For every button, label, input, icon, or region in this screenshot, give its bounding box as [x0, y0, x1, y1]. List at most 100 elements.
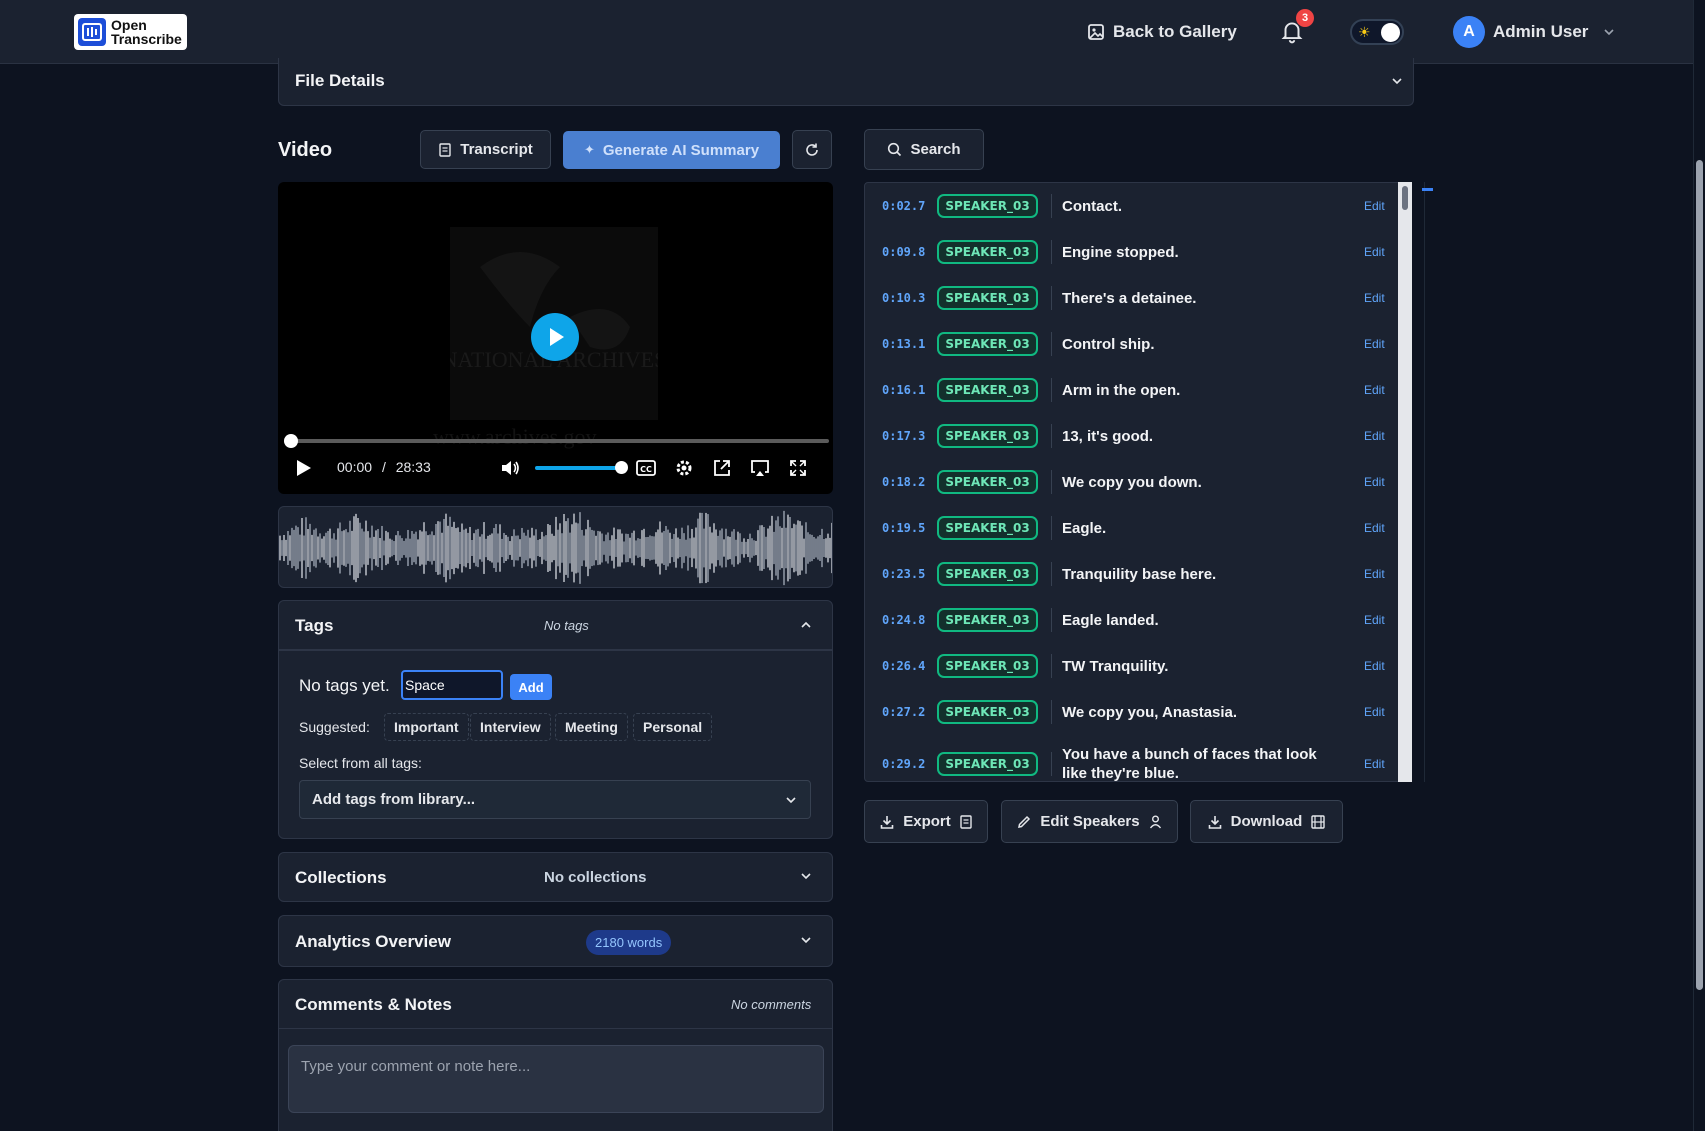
edit-segment-link[interactable]: Edit	[1364, 613, 1385, 627]
segment-timestamp[interactable]: 0:16.1	[882, 383, 925, 397]
edit-segment-link[interactable]: Edit	[1364, 705, 1385, 719]
app-logo[interactable]: Open Transcribe	[74, 14, 187, 50]
speaker-badge[interactable]: SPEAKER_03	[937, 424, 1038, 448]
speaker-badge[interactable]: SPEAKER_03	[937, 516, 1038, 540]
edit-segment-link[interactable]: Edit	[1364, 245, 1385, 259]
speaker-badge[interactable]: SPEAKER_03	[937, 562, 1038, 586]
search-button[interactable]: Search	[864, 129, 984, 170]
transcript-scrollbar[interactable]	[1398, 182, 1412, 782]
chevron-up-icon[interactable]	[799, 618, 813, 632]
segment-timestamp[interactable]: 0:29.2	[882, 757, 925, 771]
segment-timestamp[interactable]: 0:13.1	[882, 337, 925, 351]
file-details-panel[interactable]: File Details	[278, 58, 1414, 106]
edit-segment-link[interactable]: Edit	[1364, 757, 1385, 771]
transcript-button[interactable]: Transcript	[420, 130, 551, 169]
edit-segment-link[interactable]: Edit	[1364, 337, 1385, 351]
audio-waveform[interactable]	[278, 506, 833, 588]
page-scroll-thumb[interactable]	[1696, 160, 1703, 990]
edit-speakers-button[interactable]: Edit Speakers	[1001, 800, 1178, 843]
edit-segment-link[interactable]: Edit	[1364, 383, 1385, 397]
segment-timestamp[interactable]: 0:26.4	[882, 659, 925, 673]
edit-segment-link[interactable]: Edit	[1364, 291, 1385, 305]
suggested-tag-chip[interactable]: Personal	[633, 713, 713, 741]
speaker-badge[interactable]: SPEAKER_03	[937, 608, 1038, 632]
transcript-row[interactable]: 0:19.5 SPEAKER_03 Eagle. Edit	[865, 505, 1395, 551]
popout-icon[interactable]	[711, 457, 733, 479]
transcript-row[interactable]: 0:24.8 SPEAKER_03 Eagle landed. Edit	[865, 597, 1395, 643]
seek-handle[interactable]	[284, 434, 298, 448]
volume-handle[interactable]	[615, 461, 628, 474]
segment-timestamp[interactable]: 0:02.7	[882, 199, 925, 213]
chevron-down-icon[interactable]	[799, 933, 813, 947]
speaker-badge[interactable]: SPEAKER_03	[937, 378, 1038, 402]
transcript-row[interactable]: 0:27.2 SPEAKER_03 We copy you, Anastasia…	[865, 689, 1395, 735]
segment-timestamp[interactable]: 0:18.2	[882, 475, 925, 489]
transcript-scroll-thumb[interactable]	[1402, 186, 1408, 210]
transcript-row[interactable]: 0:10.3 SPEAKER_03 There's a detainee. Ed…	[865, 275, 1395, 321]
edit-segment-link[interactable]: Edit	[1364, 475, 1385, 489]
play-overlay-button[interactable]	[531, 313, 579, 361]
seek-bar[interactable]	[284, 434, 829, 448]
speaker-badge[interactable]: SPEAKER_03	[937, 470, 1038, 494]
transcript-row[interactable]: 0:23.5 SPEAKER_03 Tranquility base here.…	[865, 551, 1395, 597]
speaker-badge[interactable]: SPEAKER_03	[937, 332, 1038, 356]
closed-captions-icon[interactable]: CC	[635, 457, 657, 479]
transcript-row[interactable]: 0:26.4 SPEAKER_03 TW Tranquility. Edit	[865, 643, 1395, 689]
segment-timestamp[interactable]: 0:09.8	[882, 245, 925, 259]
analytics-overview-panel[interactable]: Analytics Overview 2180 words	[278, 915, 833, 967]
edit-segment-link[interactable]: Edit	[1364, 199, 1385, 213]
collections-panel[interactable]: Collections No collections	[278, 852, 833, 902]
transcript-row[interactable]: 0:09.8 SPEAKER_03 Engine stopped. Edit	[865, 229, 1395, 275]
settings-gear-icon[interactable]	[673, 457, 695, 479]
export-label: Export	[903, 813, 951, 830]
back-to-gallery-link[interactable]: Back to Gallery	[1087, 18, 1237, 46]
user-menu[interactable]: A Admin User	[1453, 15, 1616, 49]
transcript-row[interactable]: 0:02.7 SPEAKER_03 Contact. Edit	[865, 183, 1395, 229]
tag-library-select[interactable]: Add tags from library...	[299, 780, 811, 819]
segment-timestamp[interactable]: 0:19.5	[882, 521, 925, 535]
fullscreen-icon[interactable]	[787, 457, 809, 479]
suggested-tag-chip[interactable]: Meeting	[555, 713, 628, 741]
user-icon	[1149, 815, 1161, 829]
speaker-badge[interactable]: SPEAKER_03	[937, 654, 1038, 678]
segment-timestamp[interactable]: 0:27.2	[882, 705, 925, 719]
edit-segment-link[interactable]: Edit	[1364, 521, 1385, 535]
transcript-row[interactable]: 0:13.1 SPEAKER_03 Control ship. Edit	[865, 321, 1395, 367]
generate-ai-summary-button[interactable]: ✦ Generate AI Summary	[563, 131, 780, 169]
refresh-button[interactable]	[792, 130, 832, 169]
new-tag-input[interactable]	[401, 670, 503, 700]
speaker-badge[interactable]: SPEAKER_03	[937, 240, 1038, 264]
download-button[interactable]: Download	[1190, 800, 1343, 843]
volume-icon[interactable]	[499, 457, 521, 479]
tags-panel-header[interactable]: Tags No tags	[278, 600, 833, 650]
transcript-row[interactable]: 0:17.3 SPEAKER_03 13, it's good. Edit	[865, 413, 1395, 459]
comment-textarea[interactable]: Type your comment or note here...	[288, 1045, 824, 1113]
chevron-down-icon[interactable]	[1390, 74, 1404, 88]
add-tag-button[interactable]: Add	[510, 674, 552, 700]
comments-panel-header[interactable]: Comments & Notes No comments	[278, 979, 833, 1029]
transcript-row[interactable]: 0:18.2 SPEAKER_03 We copy you down. Edit	[865, 459, 1395, 505]
airplay-icon[interactable]	[749, 457, 771, 479]
speaker-badge[interactable]: SPEAKER_03	[937, 194, 1038, 218]
edit-segment-link[interactable]: Edit	[1364, 567, 1385, 581]
speaker-badge[interactable]: SPEAKER_03	[937, 752, 1038, 776]
segment-timestamp[interactable]: 0:23.5	[882, 567, 925, 581]
transcript-row[interactable]: 0:16.1 SPEAKER_03 Arm in the open. Edit	[865, 367, 1395, 413]
suggested-tag-chip[interactable]: Interview	[470, 713, 551, 741]
segment-timestamp[interactable]: 0:24.8	[882, 613, 925, 627]
timeline-position-marker[interactable]	[1422, 188, 1433, 191]
export-button[interactable]: Export	[864, 800, 988, 843]
suggested-tag-chip[interactable]: Important	[384, 713, 469, 741]
edit-segment-link[interactable]: Edit	[1364, 659, 1385, 673]
edit-segment-link[interactable]: Edit	[1364, 429, 1385, 443]
video-player[interactable]: NATIONAL ARCHIVES www.archives.gov 00:00…	[278, 182, 833, 494]
segment-timestamp[interactable]: 0:17.3	[882, 429, 925, 443]
speaker-badge[interactable]: SPEAKER_03	[937, 286, 1038, 310]
volume-slider[interactable]	[535, 461, 628, 474]
segment-timestamp[interactable]: 0:10.3	[882, 291, 925, 305]
transcript-row[interactable]: 0:29.2 SPEAKER_03 You have a bunch of fa…	[865, 735, 1395, 781]
speaker-badge[interactable]: SPEAKER_03	[937, 700, 1038, 724]
chevron-down-icon[interactable]	[799, 869, 813, 883]
theme-toggle[interactable]: ☀	[1350, 19, 1404, 45]
play-icon[interactable]	[292, 457, 314, 479]
